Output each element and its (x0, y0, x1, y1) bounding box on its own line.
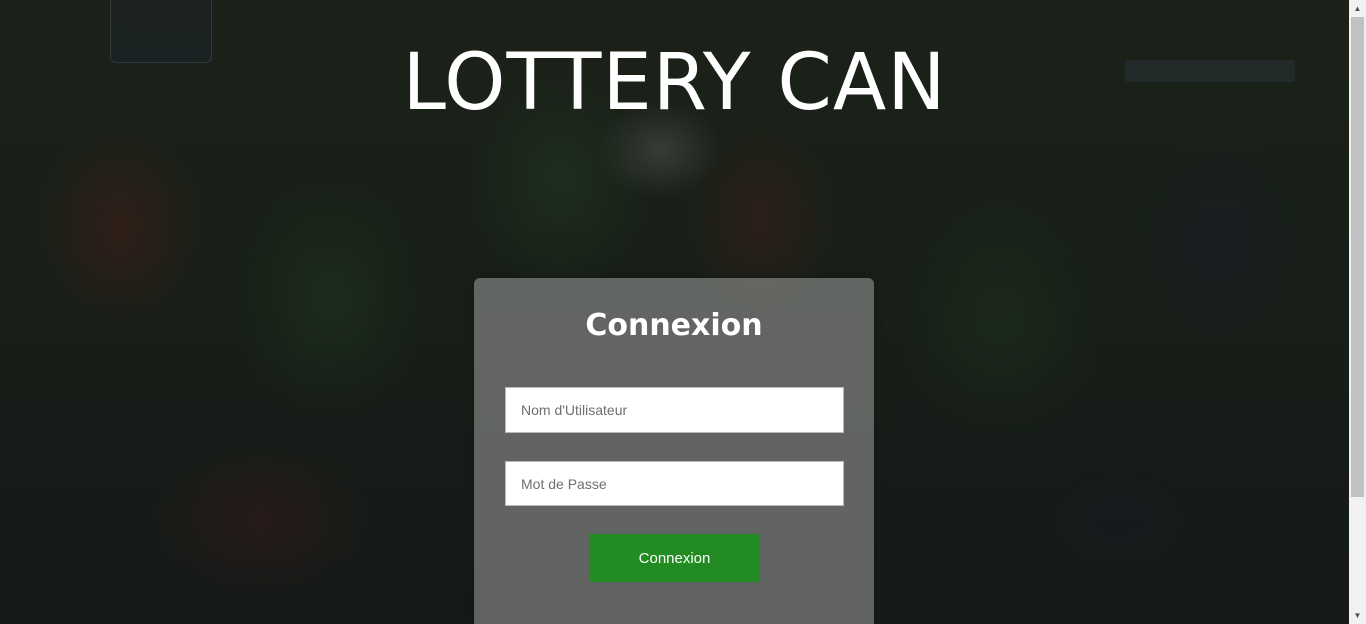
password-input[interactable] (505, 461, 844, 506)
login-form: Connexion Connexion (474, 278, 874, 624)
scrollbar-thumb[interactable] (1351, 17, 1364, 497)
chevron-up-icon[interactable]: ▲ (1349, 0, 1366, 17)
vertical-scrollbar[interactable]: ▲ ▼ (1349, 0, 1366, 624)
login-heading: Connexion (585, 308, 763, 343)
username-input[interactable] (505, 387, 844, 433)
chevron-down-icon[interactable]: ▼ (1349, 607, 1366, 624)
login-submit-button[interactable]: Connexion (589, 534, 760, 582)
login-page: LOTTERY CAN Connexion Connexion ▲ ▼ (0, 0, 1366, 624)
page-title: LOTTERY CAN (402, 38, 947, 128)
